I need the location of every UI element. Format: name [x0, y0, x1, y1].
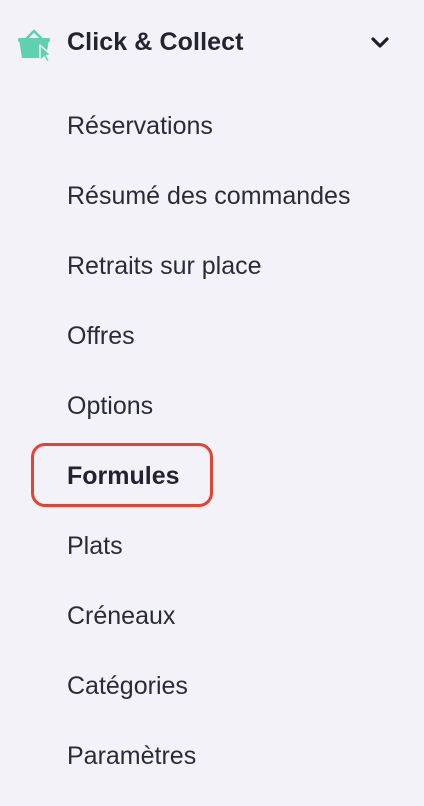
menu-item-retraits-sur-place[interactable]: Retraits sur place	[67, 248, 262, 284]
menu-item-reservations[interactable]: Réservations	[67, 108, 213, 144]
menu-item-plats[interactable]: Plats	[67, 528, 123, 564]
menu-item-categories[interactable]: Catégories	[67, 668, 188, 704]
menu-item-resume-commandes[interactable]: Résumé des commandes	[67, 178, 350, 214]
section-title: Click & Collect	[67, 28, 244, 56]
menu-item-offres[interactable]: Offres	[67, 318, 135, 354]
menu-item-creneaux[interactable]: Créneaux	[67, 598, 175, 634]
chevron-down-icon[interactable]	[368, 30, 392, 54]
shopping-basket-cursor-icon	[16, 28, 52, 63]
menu-item-parametres[interactable]: Paramètres	[67, 738, 196, 774]
menu-item-options[interactable]: Options	[67, 388, 153, 424]
click-collect-section-header[interactable]: Click & Collect	[0, 0, 424, 86]
menu-item-formules[interactable]: Formules	[67, 458, 180, 494]
